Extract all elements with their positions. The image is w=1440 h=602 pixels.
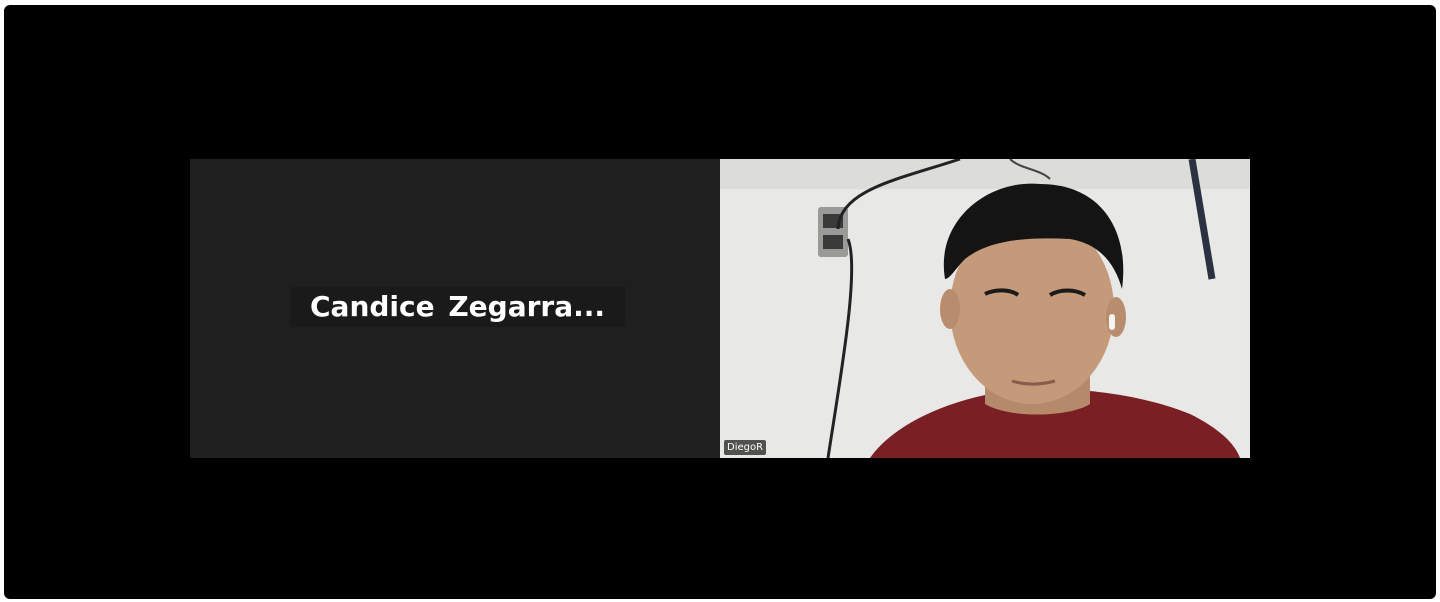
participant-name-plate: Candice Zegarra... <box>290 287 626 327</box>
participant-tile-candice[interactable]: Candice Zegarra... <box>190 159 720 458</box>
meeting-window: Candice Zegarra... DiegoR <box>4 5 1436 599</box>
participant-tile-diego[interactable]: DiegoR <box>720 159 1250 458</box>
participant-name-label: DiegoR <box>724 440 767 455</box>
participant-video-feed <box>720 159 1250 458</box>
